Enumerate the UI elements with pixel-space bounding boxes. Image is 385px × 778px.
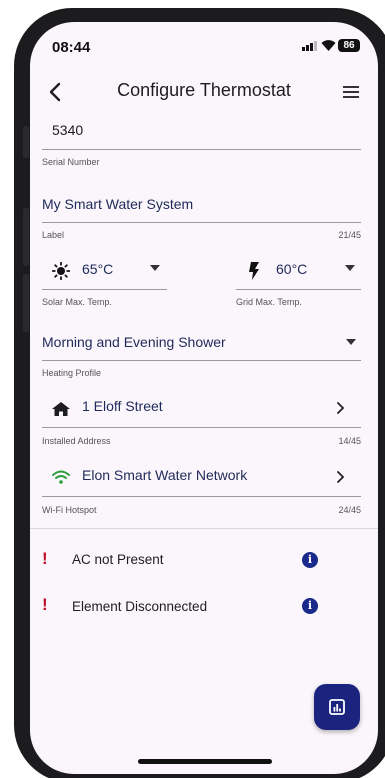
label-value[interactable]: My Smart Water System (42, 196, 193, 212)
installed-address-value: 1 Eloff Street (82, 398, 163, 414)
wifi-hotspot-label: Wi-Fi Hotspot (42, 505, 97, 515)
serial-number-field: 5340 Serial Number (42, 122, 361, 167)
dropdown-arrow-icon (150, 265, 160, 271)
field-underline (42, 149, 361, 150)
grid-max-temp-value: 60°C (276, 261, 308, 277)
wifi-hotspot-counter: 24/45 (338, 505, 361, 515)
field-underline (42, 427, 361, 428)
dropdown-arrow-icon (345, 265, 355, 271)
app-bar: Configure Thermostat (30, 74, 378, 110)
alert-text: Element Disconnected (72, 599, 208, 614)
solar-max-temp-value: 65°C (82, 261, 114, 277)
app-screen: 08:44 86 Configure Thermostat 5340 Seria… (30, 22, 378, 774)
installed-address-label: Installed Address (42, 436, 111, 446)
section-divider (30, 528, 378, 529)
side-button (23, 208, 29, 266)
label-caption: Label (42, 230, 65, 240)
status-time: 08:44 (52, 39, 91, 56)
info-icon[interactable]: i (302, 598, 318, 614)
label-field[interactable]: My Smart Water System Label 21/45 (42, 196, 361, 242)
wifi-icon (52, 470, 70, 484)
heating-profile-value: Morning and Evening Shower (42, 334, 226, 350)
solar-max-temp-dropdown[interactable]: 65°C Solar Max. Temp. (42, 260, 167, 307)
installed-address-counter: 14/45 (338, 436, 361, 446)
solar-max-temp-label: Solar Max. Temp. (42, 297, 112, 307)
serial-number-label: Serial Number (42, 157, 100, 167)
grid-max-temp-label: Grid Max. Temp. (236, 297, 302, 307)
page-title: Configure Thermostat (117, 80, 291, 100)
heating-profile-dropdown[interactable]: Morning and Evening Shower Heating Profi… (42, 333, 361, 379)
menu-icon[interactable] (341, 82, 363, 102)
status-wifi-icon (321, 40, 336, 51)
heating-profile-label: Heating Profile (42, 368, 102, 378)
alert-icon: ! (42, 595, 48, 614)
chart-icon (329, 699, 345, 715)
field-underline (42, 222, 361, 223)
field-underline (42, 360, 361, 361)
wifi-hotspot-value: Elon Smart Water Network (82, 467, 248, 483)
label-counter: 21/45 (338, 230, 361, 240)
home-icon (52, 402, 70, 416)
side-button (23, 274, 29, 332)
field-underline (42, 496, 361, 497)
status-bar: 08:44 86 (30, 22, 378, 72)
sun-icon (52, 262, 70, 280)
wifi-hotspot-row[interactable]: Elon Smart Water Network Wi-Fi Hotspot 2… (42, 466, 361, 515)
grid-max-temp-dropdown[interactable]: 60°C Grid Max. Temp. (236, 260, 361, 307)
dropdown-arrow-icon (346, 339, 356, 345)
field-underline (42, 289, 167, 290)
side-button (23, 126, 29, 158)
signal-icon (302, 41, 317, 51)
home-indicator[interactable] (138, 759, 272, 764)
chevron-right-icon (337, 402, 345, 414)
lightning-icon (249, 262, 259, 280)
field-underline (236, 289, 361, 290)
serial-number-value: 5340 (52, 122, 84, 138)
chevron-right-icon (337, 471, 345, 483)
info-icon[interactable]: i (302, 552, 318, 568)
alert-icon: ! (42, 549, 48, 568)
installed-address-row[interactable]: 1 Eloff Street Installed Address 14/45 (42, 397, 361, 446)
alert-text: AC not Present (72, 552, 164, 567)
battery-indicator: 86 (338, 39, 360, 52)
chart-fab-button[interactable] (314, 684, 360, 730)
